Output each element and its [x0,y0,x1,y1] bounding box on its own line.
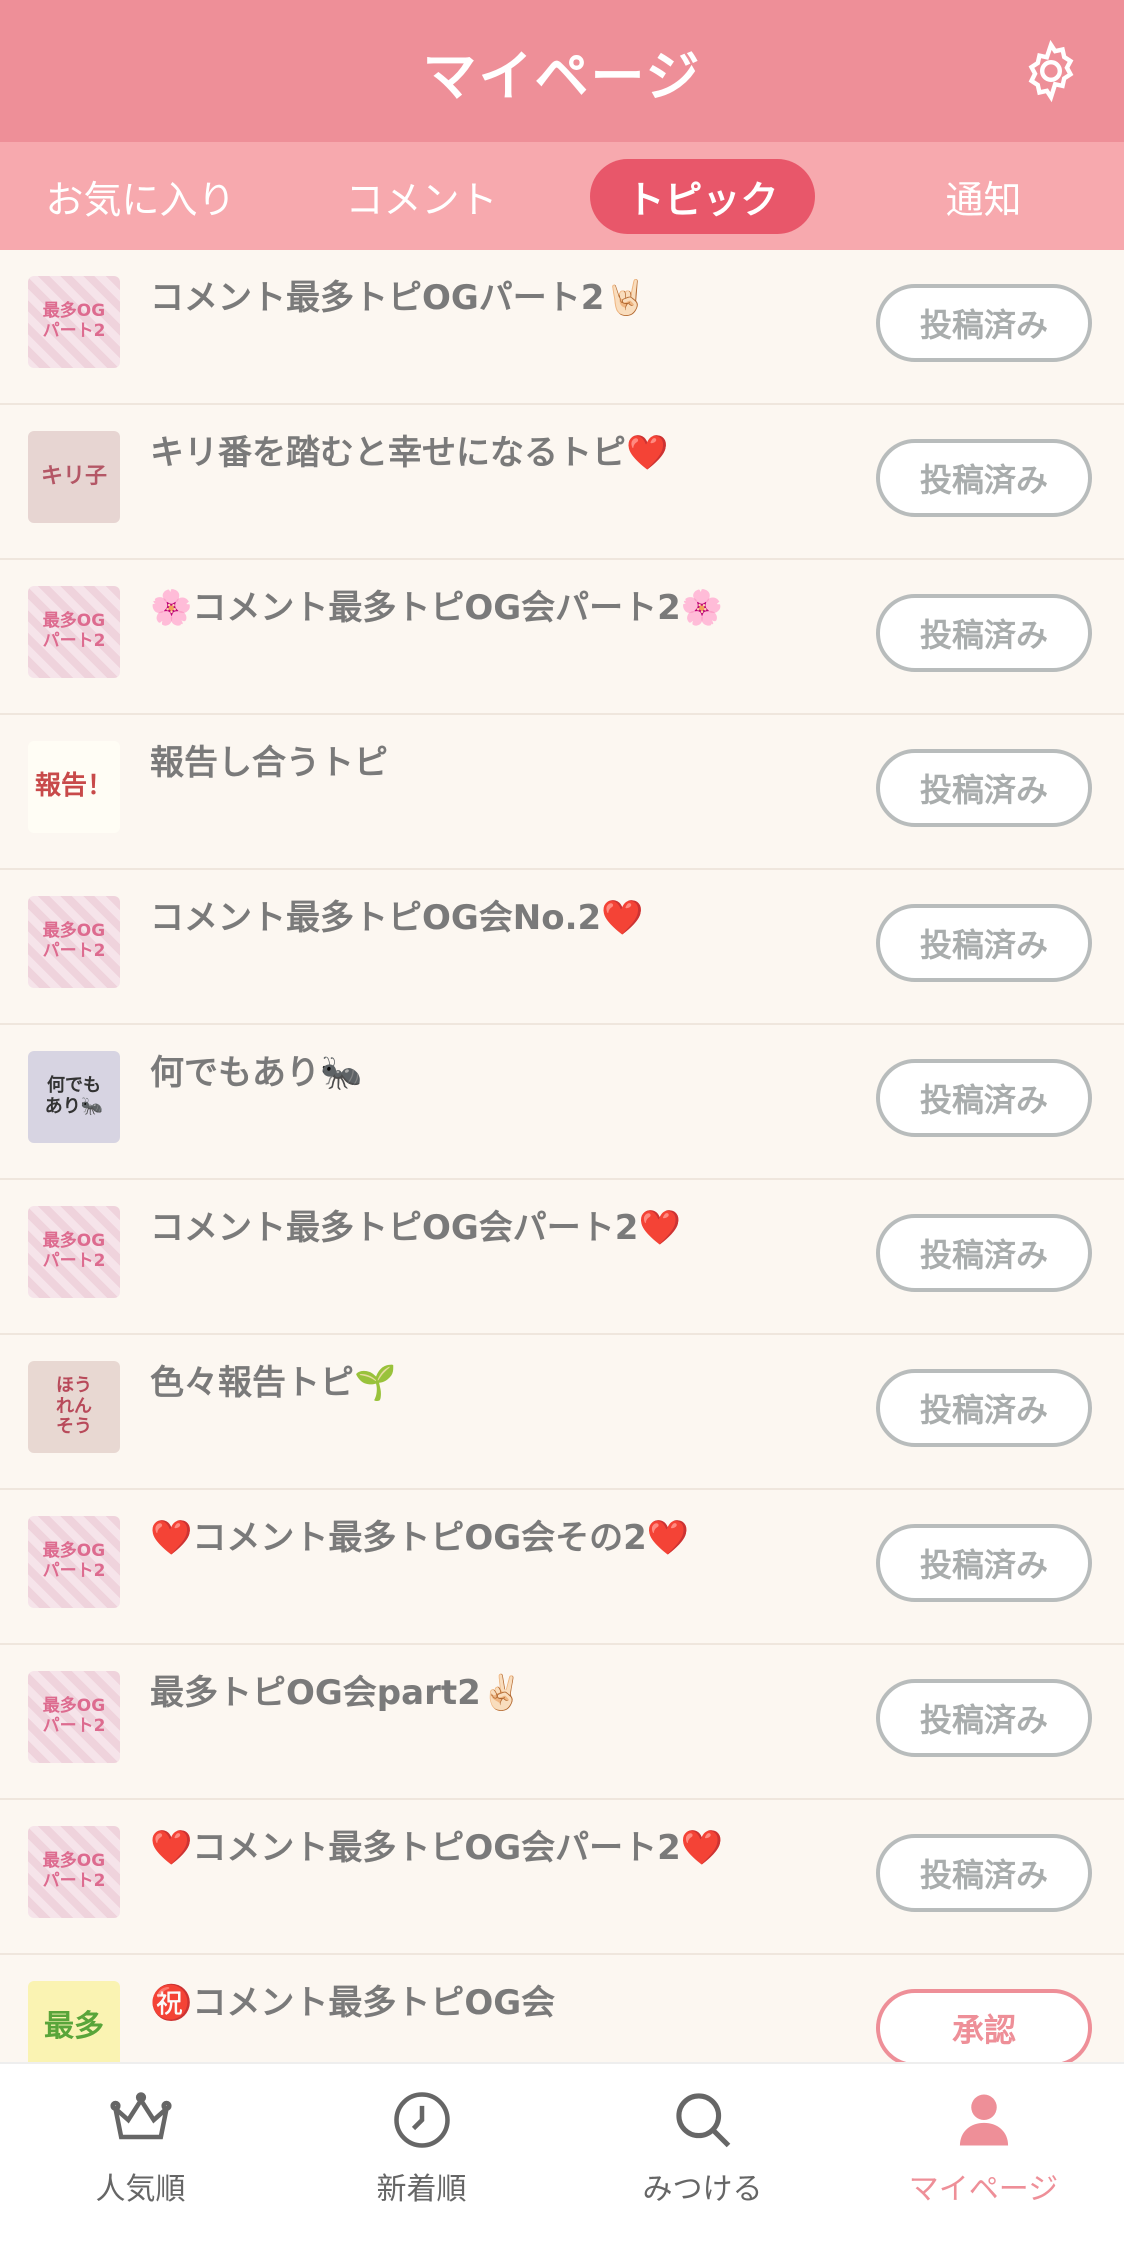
posted-status-button[interactable]: 投稿済み [876,1679,1092,1757]
posted-status-button[interactable]: 投稿済み [876,904,1092,982]
topic-thumbnail: ほう れん そう [28,1361,120,1453]
app-header: マイページ [0,0,1124,142]
topic-title: 色々報告トピ🌱 [150,1363,397,1403]
topic-title: コメント最多トピOG会パート2❤️ [150,1208,681,1248]
topic-title: 報告し合うトピ [150,743,388,783]
topic-row[interactable]: 最多OG パート2 🌸コメント最多トピOG会パート2🌸 投稿済み [0,560,1124,715]
topic-row[interactable]: 最多OG パート2 コメント最多トピOG会パート2❤️ 投稿済み [0,1180,1124,1335]
nav-popular[interactable]: 人気順 [0,2064,281,2242]
gear-icon[interactable] [1018,38,1084,104]
posted-status-button[interactable]: 投稿済み [876,594,1092,672]
topic-row[interactable]: 何でも あり🐜 何でもあり🐜 投稿済み [0,1025,1124,1180]
bottom-nav: 人気順 新着順 みつける マイページ [0,2062,1124,2242]
topic-title: ❤️コメント最多トピOG会パート2❤️ [150,1828,724,1868]
tab-topics[interactable]: トピック [562,142,843,250]
person-icon [959,2094,1008,2146]
crown-icon [109,2092,172,2140]
topic-row[interactable]: 最多OG パート2 コメント最多トピOGパート2🤘🏻 投稿済み [0,250,1124,405]
tab-label: お気に入り [45,177,236,222]
search-icon [675,2093,730,2148]
posted-status-button[interactable]: 投稿済み [876,749,1092,827]
topic-row[interactable]: 最多 ㊗️コメント最多トピOG会 承認 [0,1955,1124,2062]
topic-thumbnail: キリ子 [28,431,120,523]
topic-title: コメント最多トピOGパート2🤘🏻 [150,278,647,318]
topic-thumbnail: 最多OG パート2 [28,1671,120,1763]
page-title: マイページ [422,44,702,108]
topic-thumbnail: 報告！ [28,741,120,833]
tab-favorites[interactable]: お気に入り [0,142,281,250]
tab-label: 通知 [945,177,1022,222]
nav-label: 人気順 [95,2172,186,2207]
approve-button[interactable]: 承認 [876,1989,1092,2062]
topic-title: 🌸コメント最多トピOG会パート2🌸 [150,588,724,628]
posted-status-button[interactable]: 投稿済み [876,1524,1092,1602]
topic-row[interactable]: 最多OG パート2 コメント最多トピOG会No.2❤️ 投稿済み [0,870,1124,1025]
posted-status-button[interactable]: 投稿済み [876,1214,1092,1292]
topic-thumbnail: 最多OG パート2 [28,276,120,368]
topic-title: 何でもあり🐜 [150,1053,363,1093]
tab-notifications[interactable]: 通知 [843,142,1124,250]
nav-mypage[interactable]: マイページ [843,2064,1124,2242]
topic-row[interactable]: 最多OG パート2 最多トピOG会part2✌🏻 投稿済み [0,1645,1124,1800]
nav-find[interactable]: みつける [562,2064,843,2242]
posted-status-button[interactable]: 投稿済み [876,1059,1092,1137]
posted-status-button[interactable]: 投稿済み [876,1834,1092,1912]
tab-label: トピック [590,158,815,234]
topic-thumbnail: 最多 [28,1981,120,2062]
topic-row[interactable]: 報告！ 報告し合うトピ 投稿済み [0,715,1124,870]
nav-label: みつける [642,2172,763,2207]
topic-thumbnail: 最多OG パート2 [28,896,120,988]
nav-label: 新着順 [376,2172,467,2207]
topic-list: 最多OG パート2 コメント最多トピOGパート2🤘🏻 投稿済み キリ子 キリ番を踏むと幸… [0,250,1124,2062]
nav-newest[interactable]: 新着順 [281,2064,562,2242]
tab-bar: お気に入り コメント トピック 通知 [0,142,1124,250]
topic-thumbnail: 何でも あり🐜 [28,1051,120,1143]
topic-title: キリ番を踏むと幸せになるトピ❤️ [150,433,669,473]
posted-status-button[interactable]: 投稿済み [876,1369,1092,1447]
topic-row[interactable]: キリ子 キリ番を踏むと幸せになるトピ❤️ 投稿済み [0,405,1124,560]
topic-row[interactable]: ほう れん そう 色々報告トピ🌱 投稿済み [0,1335,1124,1490]
tab-label: コメント [345,177,498,222]
topic-thumbnail: 最多OG パート2 [28,586,120,678]
topic-row[interactable]: 最多OG パート2 ❤️コメント最多トピOG会その2❤️ 投稿済み [0,1490,1124,1645]
nav-label: マイページ [908,2172,1059,2207]
clock-icon [393,2092,450,2148]
topic-title: ㊗️コメント最多トピOG会 [150,1983,556,2023]
topic-title: 最多トピOG会part2✌🏻 [150,1673,524,1713]
topic-thumbnail: 最多OG パート2 [28,1206,120,1298]
topic-thumbnail: 最多OG パート2 [28,1516,120,1608]
topic-title: コメント最多トピOG会No.2❤️ [150,898,644,938]
topic-thumbnail: 最多OG パート2 [28,1826,120,1918]
tab-comments[interactable]: コメント [281,142,562,250]
posted-status-button[interactable]: 投稿済み [876,439,1092,517]
posted-status-button[interactable]: 投稿済み [876,284,1092,362]
topic-title: ❤️コメント最多トピOG会その2❤️ [150,1518,690,1558]
topic-row[interactable]: 最多OG パート2 ❤️コメント最多トピOG会パート2❤️ 投稿済み [0,1800,1124,1955]
